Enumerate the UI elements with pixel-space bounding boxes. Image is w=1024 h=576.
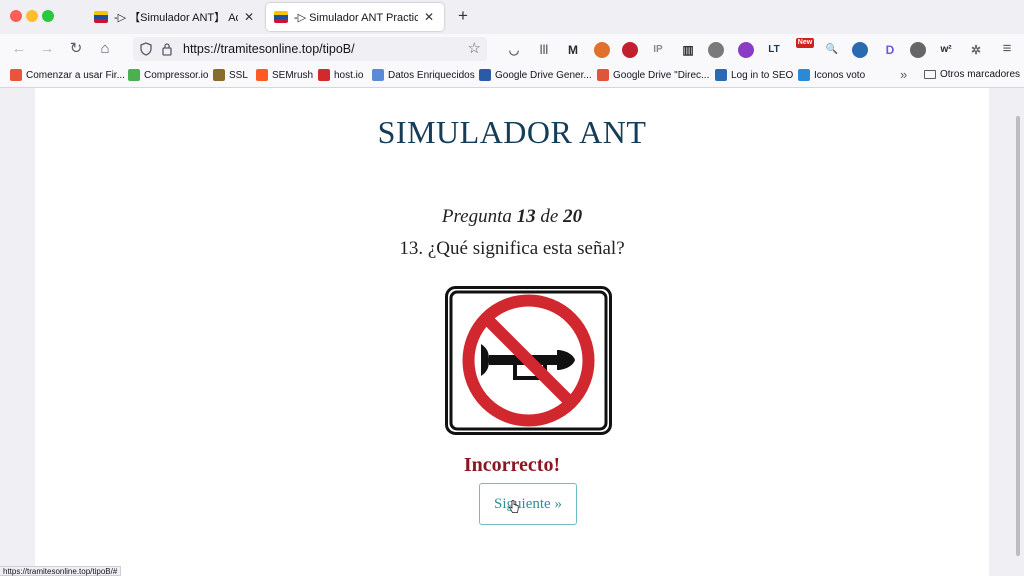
folder-icon [924, 70, 936, 79]
pocket-icon[interactable]: ◡ [506, 42, 522, 58]
forward-button[interactable]: → [36, 38, 58, 60]
new-tab-button[interactable]: + [453, 6, 473, 26]
current-question-number: 13 [516, 206, 536, 227]
bookmark-item[interactable]: Comenzar a usar Fir... [10, 69, 125, 81]
cube-extension-icon[interactable]: ◆ [738, 42, 754, 58]
back-button[interactable]: ← [8, 38, 30, 60]
bookmark-favicon-icon [128, 69, 140, 81]
bookmark-favicon-icon [10, 69, 22, 81]
address-bar[interactable]: https://tramitesonline.top/tipoB/ ☆ [133, 37, 487, 61]
next-question-button[interactable]: Siguiente » [479, 483, 577, 525]
globe-extension-icon[interactable]: ● [708, 42, 724, 58]
record-extension-icon[interactable]: ● [622, 42, 638, 58]
bookmarks-bar: Comenzar a usar Fir... Compressor.io SSL SE… [0, 64, 1024, 88]
reload-button[interactable]: ↻ [65, 38, 87, 60]
bookmark-label: SSL [229, 69, 248, 81]
bookmark-favicon-icon [256, 69, 268, 81]
window-minimize-button[interactable] [26, 10, 38, 22]
bookmark-item[interactable]: Google Drive Gener... [479, 69, 592, 81]
bookmark-label: Google Drive "Direc... [613, 69, 710, 81]
bookmark-item[interactable]: SSL [213, 69, 248, 81]
answer-result-incorrect: Incorrecto! [463, 454, 561, 476]
total-questions-number: 20 [563, 206, 583, 227]
bookmarks-overflow-button[interactable]: » [900, 67, 907, 82]
ecuador-flag-icon [274, 11, 288, 23]
bookmark-favicon-icon [372, 69, 384, 81]
window-close-button[interactable] [10, 10, 22, 22]
page-scrollbar[interactable] [1016, 116, 1020, 556]
tracking-protection-shield-icon[interactable] [140, 42, 152, 56]
bookmark-favicon-icon [597, 69, 609, 81]
bookmark-label: host.io [334, 69, 364, 81]
bookmark-favicon-icon [213, 69, 225, 81]
library-icon[interactable]: ||| [536, 42, 552, 58]
fox-extension-icon[interactable]: ● [594, 42, 610, 58]
bookmark-star-icon[interactable]: ☆ [468, 39, 481, 57]
lt-extension-icon[interactable]: LT [766, 42, 782, 58]
bookmark-label: Log in to SEO [731, 69, 794, 81]
tab-simulador-ant-actualizado[interactable]: -▷ 【Simulador ANT】 Actualiz ✕ [86, 3, 264, 31]
ip-extension-icon[interactable]: IP [650, 42, 666, 58]
w2-extension-icon[interactable]: w² [938, 42, 954, 58]
bookmark-item[interactable]: Iconos voto [798, 69, 865, 81]
bookmark-item[interactable]: Datos Enriquecidos [372, 69, 475, 81]
tab-title: -▷ Simulador ANT Practica las p [294, 11, 418, 24]
bookmark-favicon-icon [715, 69, 727, 81]
bookmark-label: Comenzar a usar Fir... [26, 69, 125, 81]
gear-extension-icon[interactable]: ✲ [968, 42, 984, 58]
bookmark-item[interactable]: host.io [318, 69, 363, 81]
status-bar-link-url: https://tramitesonline.top/tipoB/# [0, 566, 122, 576]
window-maximize-button[interactable] [42, 10, 54, 22]
menu-button[interactable]: ≡ [996, 38, 1018, 60]
seo-extension-icon[interactable]: ● [910, 42, 926, 58]
url-text[interactable]: https://tramitesonline.top/tipoB/ [183, 42, 355, 56]
bookmark-item[interactable]: SEMrush [256, 69, 313, 81]
tab-title: -▷ 【Simulador ANT】 Actualiz [114, 12, 238, 24]
page-title: SIMULADOR ANT [377, 114, 647, 150]
ecuador-flag-icon [94, 11, 108, 23]
navigation-bar: ← → ↻ ⌂ https://tramitesonline.top/tipoB… [0, 34, 1024, 64]
bookmark-favicon-icon [798, 69, 810, 81]
bookmark-label: Compressor.io [144, 69, 209, 81]
bookmark-item[interactable]: Compressor.io [128, 69, 208, 81]
bank-extension-icon[interactable]: ▥ [680, 42, 696, 58]
bookmark-label: Google Drive Gener... [495, 69, 592, 81]
tab-close-icon[interactable]: ✕ [422, 10, 436, 24]
bookmark-label: Datos Enriquecidos [388, 69, 475, 81]
tab-close-icon[interactable]: ✕ [242, 10, 256, 24]
person-extension-icon[interactable]: ● [852, 42, 868, 58]
m-extension-icon[interactable]: M [565, 42, 581, 58]
lock-icon[interactable] [161, 42, 173, 56]
bookmark-item[interactable]: Google Drive "Direc... [597, 69, 709, 81]
tab-strip: -▷ 【Simulador ANT】 Actualiz ✕ -▷ Simulad… [0, 0, 1024, 34]
bookmark-label: SEMrush [272, 69, 314, 81]
no-horn-sign-image [445, 286, 612, 435]
d-extension-icon[interactable]: D [882, 42, 898, 58]
tab-simulador-ant-practica[interactable]: -▷ Simulador ANT Practica las p ✕ [266, 3, 444, 31]
magnifier-extension-icon[interactable]: 🔍 [824, 42, 840, 58]
bookmark-favicon-icon [318, 69, 330, 81]
bookmark-favicon-icon [479, 69, 491, 81]
new-badge-extension-icon[interactable]: New [796, 38, 814, 48]
question-text: 13. ¿Qué significa esta señal? [399, 238, 625, 259]
bookmark-item[interactable]: Log in to SEO [715, 69, 793, 81]
other-bookmarks-folder[interactable]: Otros marcadores [924, 69, 1020, 80]
other-bookmarks-label: Otros marcadores [940, 69, 1021, 80]
bookmark-label: Iconos voto [814, 69, 866, 81]
progress-word: Pregunta [441, 206, 512, 227]
home-button[interactable]: ⌂ [94, 38, 116, 60]
progress-of-word: de [540, 206, 559, 227]
hand-cursor-icon [509, 500, 519, 513]
question-progress: Pregunta 13 de 20 [35, 206, 989, 228]
